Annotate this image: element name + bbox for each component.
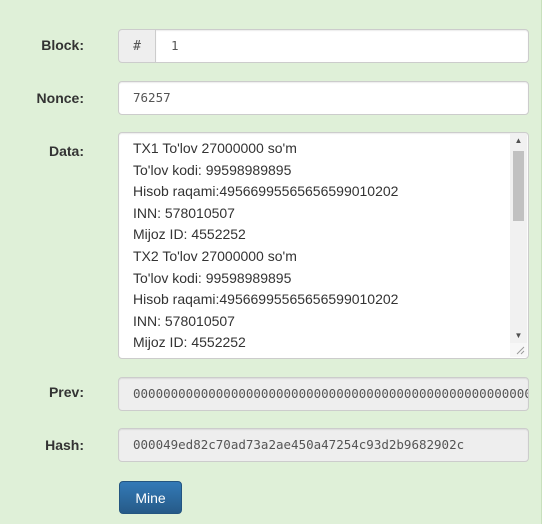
scrollbar-thumb[interactable] (513, 151, 524, 221)
prev-hash-field: 0000000000000000000000000000000000000000… (118, 377, 529, 411)
data-scrollbar[interactable]: ▲ ▼ (510, 134, 527, 343)
prev-label: Prev: (48, 384, 84, 400)
data-text: TX1 To'lov 27000000 so'm To'lov kodi: 99… (133, 140, 399, 358)
block-panel: Block: # 1 Nonce: 76257 Data: TX1 To'lov… (0, 0, 542, 524)
nonce-label: Nonce: (36, 90, 84, 106)
resize-grip-icon[interactable] (510, 343, 527, 357)
hash-field: 000049ed82c70ad73a2ae450a47254c93d2b9682… (118, 428, 529, 462)
nonce-input[interactable]: 76257 (118, 81, 529, 115)
block-number-input[interactable]: 1 (155, 29, 529, 63)
data-label: Data: (48, 143, 84, 159)
data-textarea[interactable]: TX1 To'lov 27000000 so'm To'lov kodi: 99… (118, 132, 529, 359)
triangle-up-icon[interactable]: ▲ (510, 134, 527, 148)
block-hash-addon: # (118, 29, 156, 63)
triangle-down-icon[interactable]: ▼ (510, 329, 527, 343)
mine-button[interactable]: Mine (119, 481, 182, 514)
hash-label: Hash: (45, 437, 84, 453)
block-label: Block: (41, 37, 84, 53)
